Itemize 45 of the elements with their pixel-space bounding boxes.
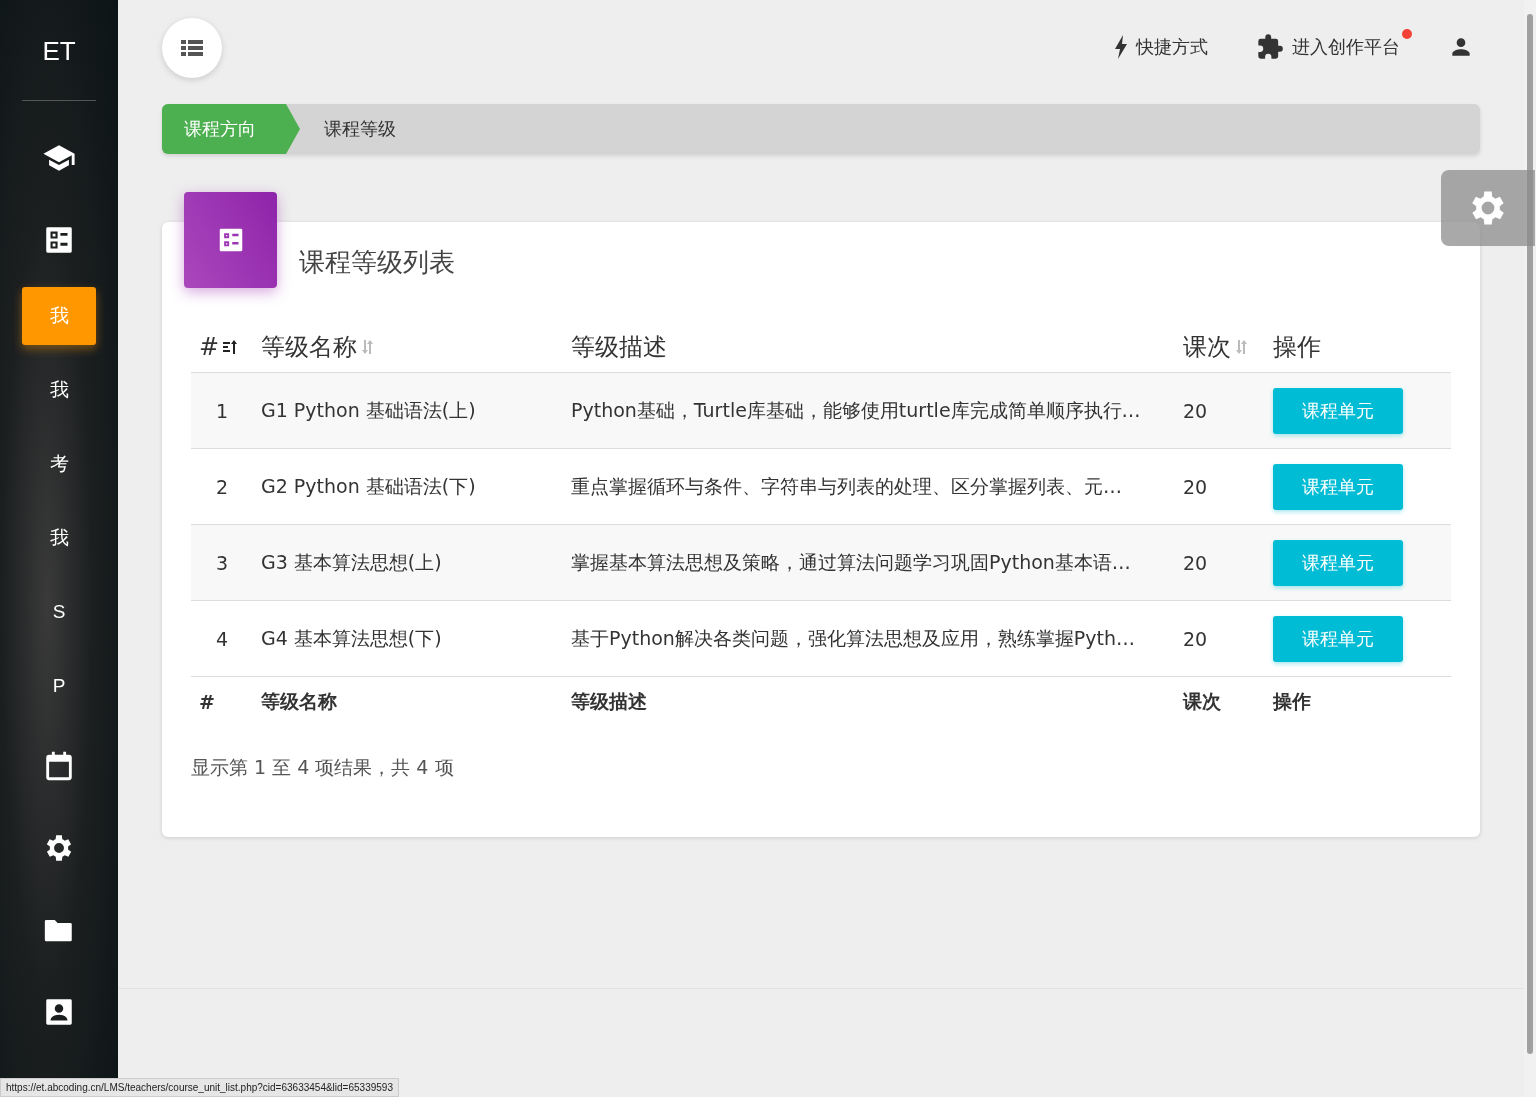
sort-icon (361, 338, 375, 356)
status-bar-url: https://et.abcoding.cn/LMS/teachers/course_unit_list.php?cid=63633454&lid=65339593 (0, 1078, 399, 1097)
table-cell: G1 Python 基础语法(上) (253, 372, 563, 449)
sort-icon (1235, 338, 1249, 356)
table-cell: 4 (191, 600, 253, 677)
pagination-info: 显示第 1 至 4 项结果，共 4 项 (191, 755, 455, 780)
settings-button[interactable] (1441, 170, 1535, 246)
table-cell: 20 (1175, 448, 1265, 525)
list-icon (181, 39, 203, 57)
shortcuts-link[interactable]: 快捷方式 (1114, 35, 1208, 59)
column-header[interactable]: 等级名称 (253, 322, 563, 373)
table-cell: G4 基本算法思想(下) (253, 600, 563, 677)
sidebar-item[interactable]: S (22, 583, 96, 641)
column-footer: 课次 (1175, 676, 1265, 727)
column-header[interactable]: # (191, 322, 253, 373)
column-footer: # (191, 676, 253, 727)
table-cell: 20 (1175, 600, 1265, 677)
sort-ascending-icon (223, 338, 238, 356)
table-cell: 2 (191, 448, 253, 525)
table-cell: 3 (191, 524, 253, 601)
column-header[interactable]: 操作 (1265, 322, 1451, 373)
puzzle-piece-icon (1256, 33, 1284, 61)
table-cell: 20 (1175, 524, 1265, 601)
table-cell: 重点掌握循环与条件、字符串与列表的处理、区分掌握列表、元… (563, 448, 1175, 525)
sidebar-item[interactable]: 考 (22, 435, 96, 493)
column-header[interactable]: 等级描述 (563, 322, 1175, 373)
table-cell: 20 (1175, 372, 1265, 449)
column-footer: 操作 (1265, 676, 1451, 727)
table-cell: 基于Python解决各类问题，强化算法思想及应用，熟练掌握Pyth… (563, 600, 1175, 677)
menu-button[interactable] (162, 18, 222, 78)
table-cell: 掌握基本算法思想及策略，通过算法问题学习巩固Python基本语… (563, 524, 1175, 601)
creator-platform-link[interactable]: 进入创作平台 (1256, 33, 1400, 61)
sidebar-item[interactable]: 我 (22, 361, 96, 419)
column-header[interactable]: 课次 (1175, 322, 1265, 373)
sidebar-item[interactable]: 我 (22, 509, 96, 567)
sidebar-item[interactable]: P (22, 657, 96, 715)
column-footer: 等级名称 (253, 676, 563, 727)
table-cell: G2 Python 基础语法(下) (253, 448, 563, 525)
table-cell: 1 (191, 372, 253, 449)
logo-text: ET (42, 36, 76, 68)
card-title: 课程等级列表 (299, 246, 455, 279)
table-cell: Python基础，Turtle库基础，能够使用turtle库完成简单顺序执行… (563, 372, 1175, 449)
table-cell: G3 基本算法思想(上) (253, 524, 563, 601)
lightning-icon (1114, 35, 1128, 59)
column-footer: 等级描述 (563, 676, 1175, 727)
